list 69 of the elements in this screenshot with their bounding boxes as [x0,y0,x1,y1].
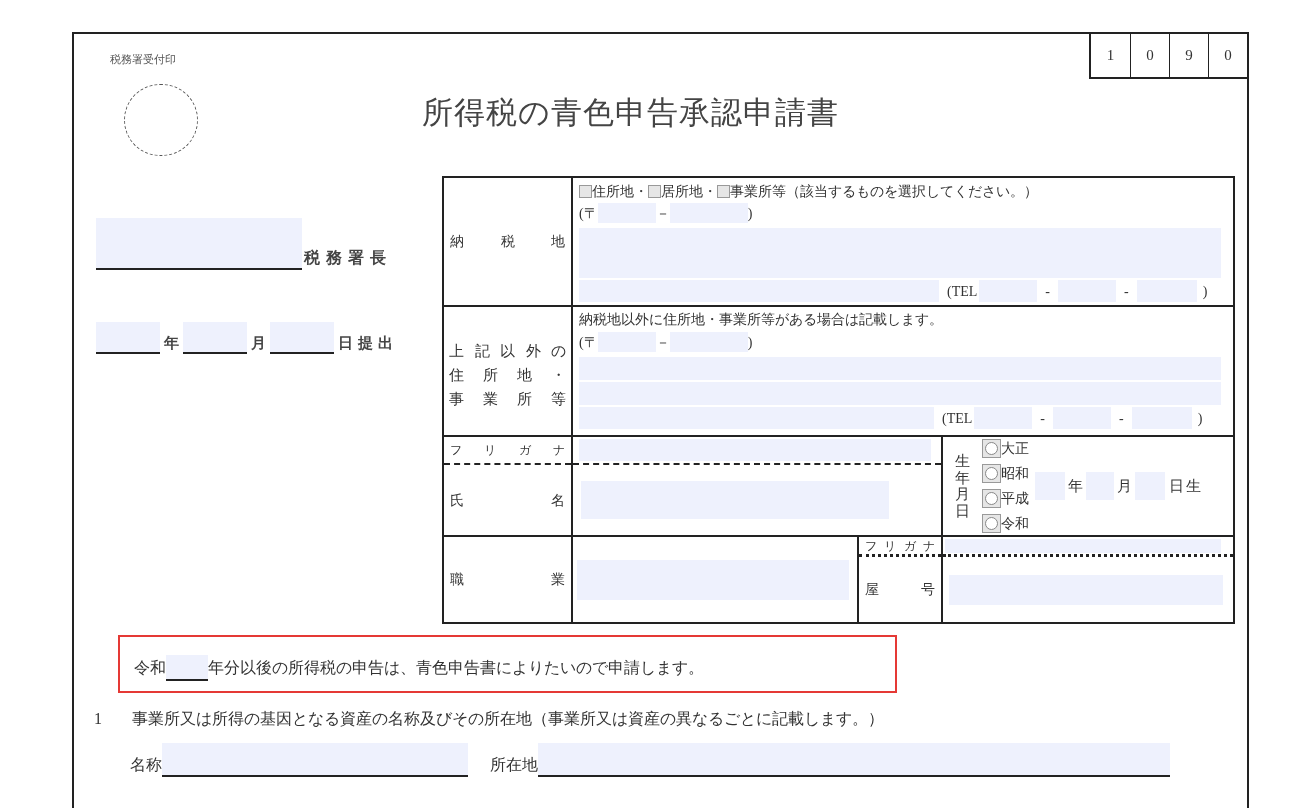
era-label: 平成 [1001,490,1029,508]
option-label: 事業所等 [730,182,786,201]
furigana-label: フリガナ [450,444,565,456]
input-field[interactable] [270,322,334,354]
tel-open: (TEL [942,409,973,428]
tel-dash: - [1119,409,1124,428]
postal-open: (〒 [579,333,598,352]
input-field[interactable] [538,743,1170,777]
occupation-label: 職業 [450,571,565,589]
name-label: 氏名 [450,491,565,510]
month-label: 月 [251,333,266,353]
postal-open: (〒 [579,204,598,223]
birth-date-label: 生年月日 [955,453,970,519]
year-label: 年 [164,333,179,353]
tel-dash: - [1040,409,1045,428]
address-label: 上記以外の [449,342,566,361]
postal-dash: － [655,204,670,223]
form-number-digit: 1 [1105,46,1116,66]
form-number-digit: 0 [1208,34,1247,77]
era-label: 大正 [1001,440,1029,458]
day-label: 日提出 [338,333,398,353]
address-label: 住所地・ [449,366,566,385]
era-label: 昭和 [1001,465,1029,483]
tel-close: ) [1202,282,1208,301]
separator: ・ [703,182,717,201]
office-suffix: 税務署長 [304,248,392,268]
era-label: 令和 [1001,515,1029,533]
input-field[interactable] [945,538,1221,553]
form-title: 所得税の青色申告承認申請書 [422,95,839,130]
input-field[interactable] [96,322,160,354]
era-prefix: 令和 [134,658,166,678]
checkbox[interactable] [982,514,1001,533]
postal-close: ) [747,333,753,352]
form-number-digit: 0 [1130,34,1169,77]
input-field[interactable] [166,655,208,681]
section-number: 1 [94,709,103,729]
checkbox[interactable] [717,184,730,198]
checkbox[interactable] [982,489,1001,508]
field-label: 所在地 [490,755,538,775]
checkbox[interactable] [579,184,592,198]
input-field[interactable] [162,743,468,777]
tel-open: (TEL [947,282,978,301]
field-label: 名称 [130,755,162,775]
checkbox[interactable] [648,184,661,198]
tax-place-label: 納税地 [450,233,565,251]
address-note: 納税地以外に住所地・事業所等がある場合は記載します。 [579,311,944,329]
tel-close: ) [1197,409,1203,428]
separator: ・ [634,182,648,201]
postal-dash: － [655,333,670,352]
postal-close: ) [747,204,753,223]
month-label: 月 [1117,476,1132,496]
tel-dash: - [1124,282,1129,301]
year-label: 年 [1068,476,1083,496]
address-label: 事業所等 [449,390,566,409]
furigana-label: フリガナ [865,539,935,552]
input-field[interactable] [96,218,302,270]
input-field[interactable] [183,322,247,354]
trade-name-label: 屋号 [865,581,935,599]
stamp-label: 税務署受付印 [110,52,176,67]
birth-day-label: 日生 [1169,476,1203,496]
form-number-digit: 9 [1169,34,1208,77]
declaration-text: 年分以後の所得税の申告は、青色申告書によりたいので申請します。 [208,658,704,678]
section-heading: 事業所又は所得の基因となる資産の名称及びその所在地（事業所又は資産の異なるごとに記載します。） [132,709,884,729]
checkbox[interactable] [982,464,1001,483]
selection-note: （該当するものを選択してください。） [786,182,1038,201]
option-label: 住所地 [592,182,634,201]
tel-dash: - [1045,282,1050,301]
option-label: 居所地 [661,182,703,201]
checkbox[interactable] [982,439,1001,458]
